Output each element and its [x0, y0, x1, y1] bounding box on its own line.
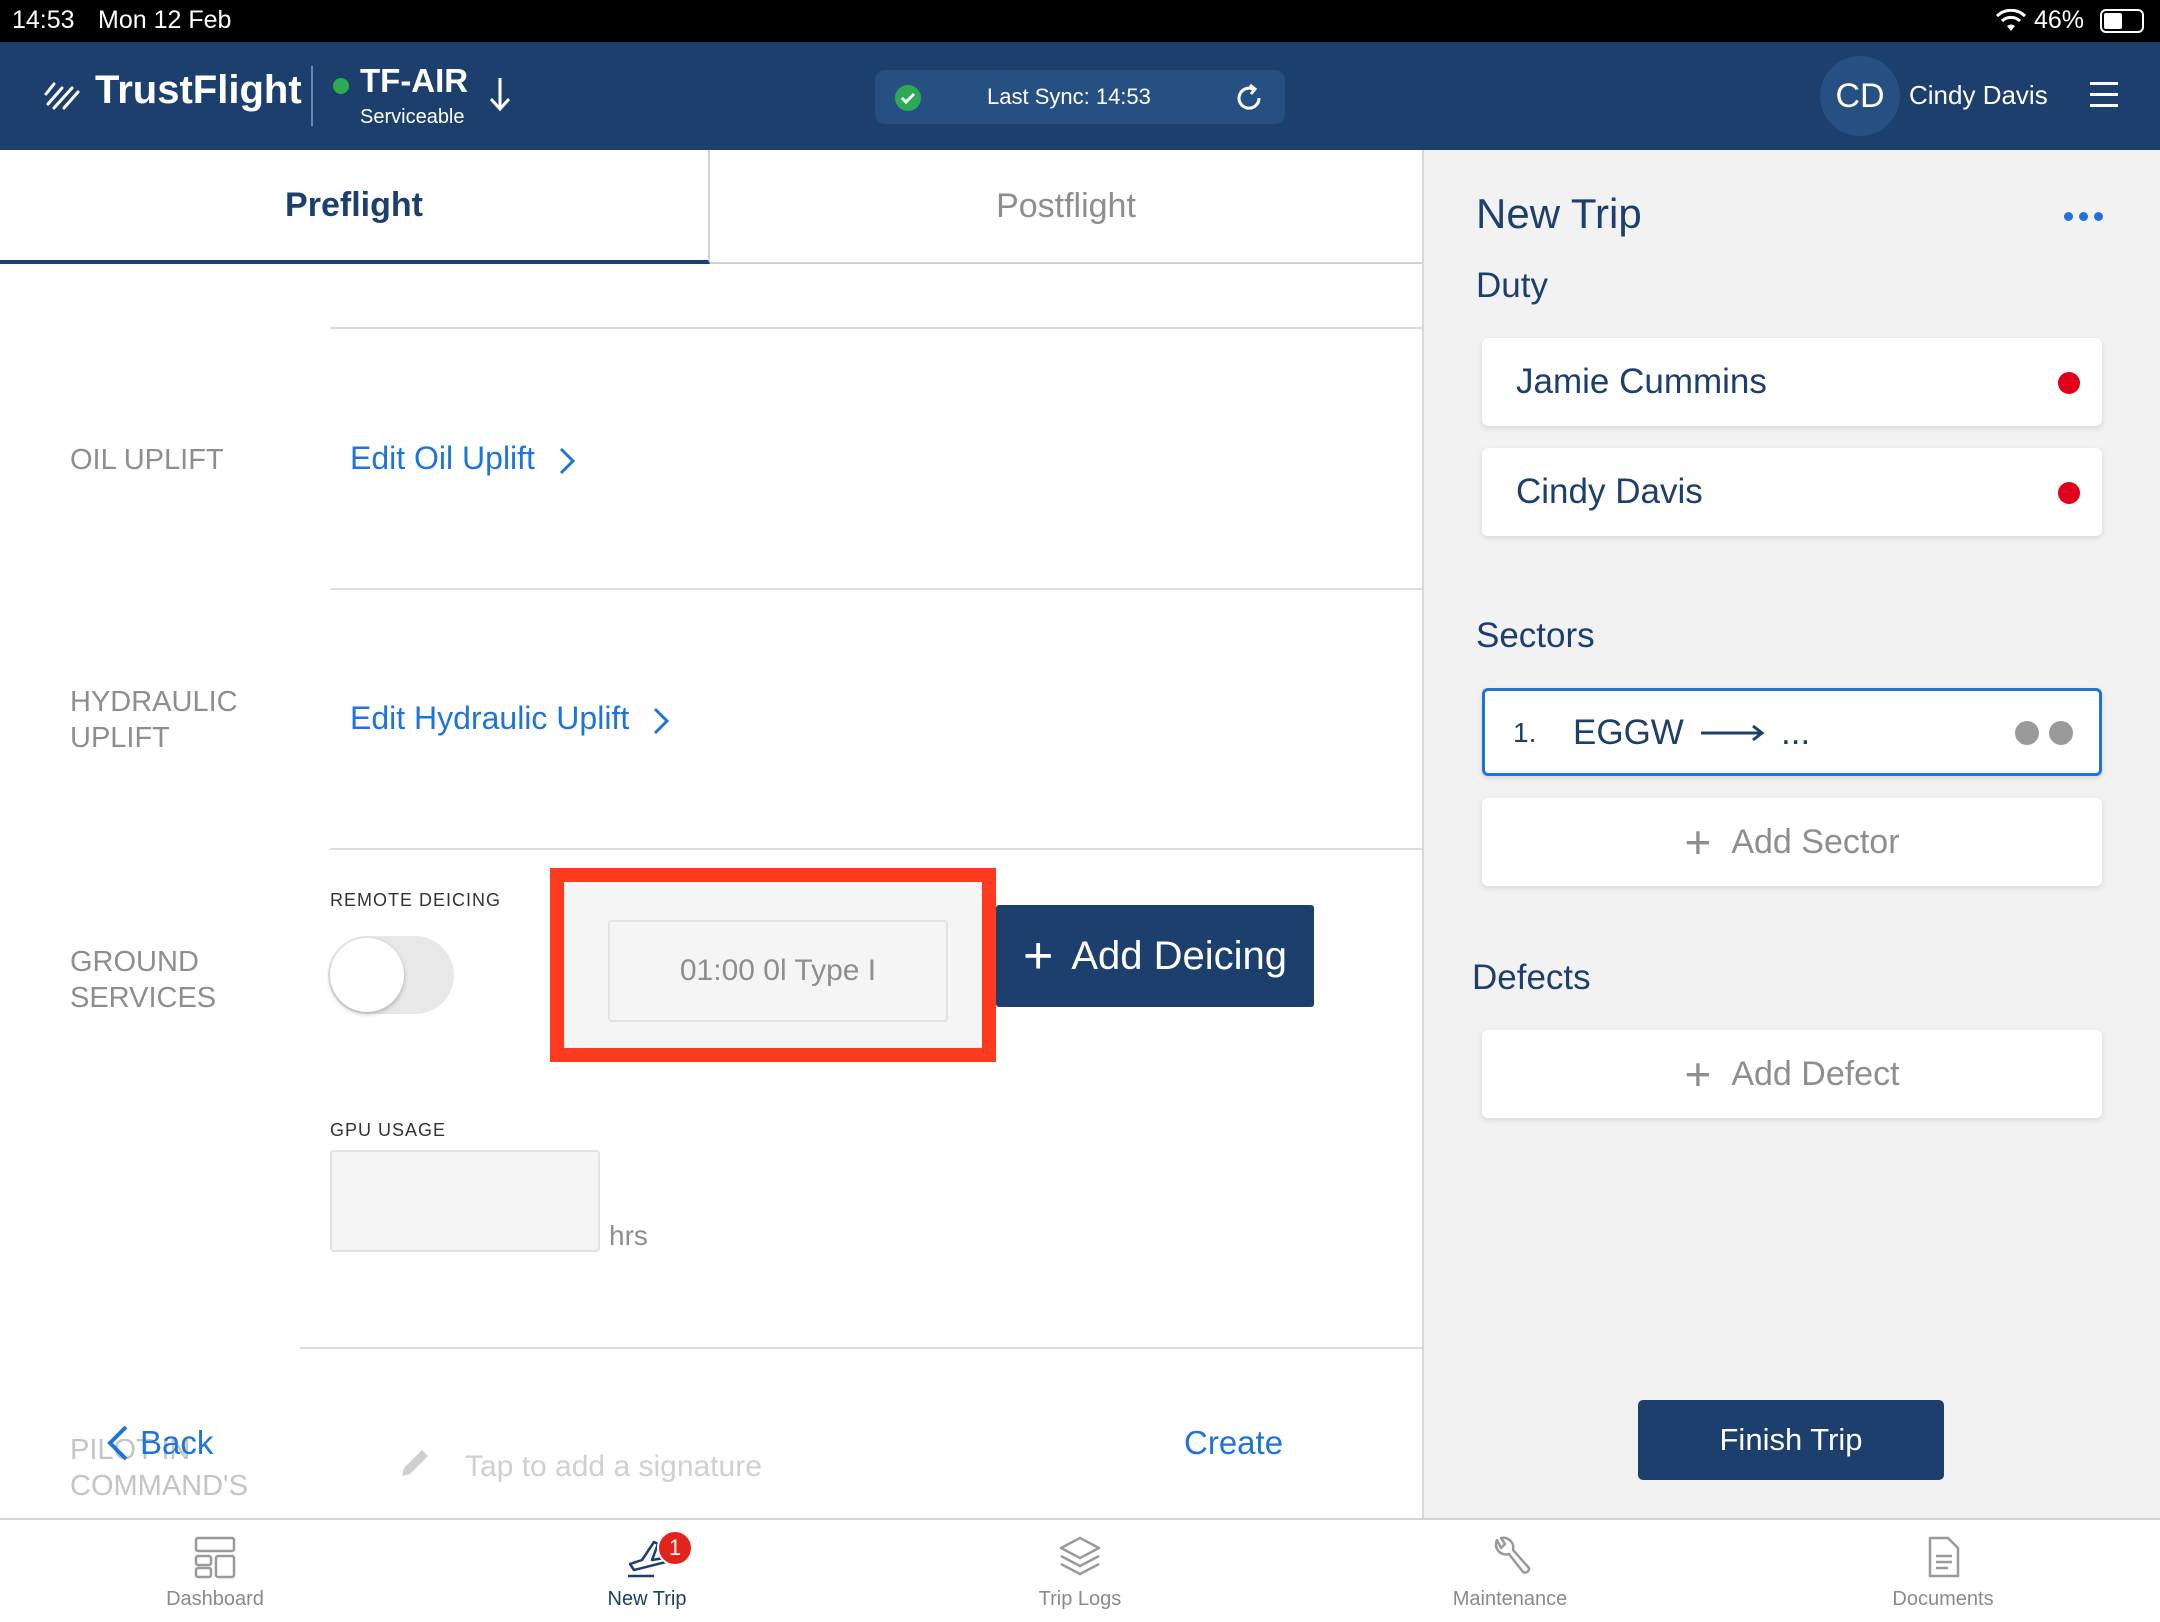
arrow-down-icon	[489, 78, 511, 112]
ground-services-label-line2: SERVICES	[70, 982, 217, 1014]
more-options-icon[interactable]	[2064, 212, 2103, 221]
plus-icon: +	[1022, 927, 1054, 985]
sync-status-pill[interactable]: Last Sync: 14:53	[875, 70, 1285, 124]
sectors-title: Sectors	[1476, 616, 1595, 655]
nav-label: Documents	[1892, 1588, 1994, 1610]
status-dot-icon	[2058, 482, 2080, 504]
nav-dashboard[interactable]: Dashboard	[85, 1520, 345, 1622]
pic-signature-label-line2: COMMAND'S	[70, 1470, 248, 1502]
tab-postflight[interactable]: Postflight	[710, 150, 1422, 264]
nav-label: Trip Logs	[1038, 1588, 1122, 1610]
sector-index: 1.	[1513, 717, 1537, 748]
duty-name: Jamie Cummins	[1516, 362, 1767, 401]
status-date: Mon 12 Feb	[98, 6, 232, 34]
status-dot-icon	[2049, 721, 2073, 745]
status-time: 14:53	[12, 6, 75, 34]
duty-card-cindy-davis[interactable]: Cindy Davis	[1482, 448, 2102, 536]
add-sector-label: Add Sector	[1731, 822, 1900, 861]
aircraft-registration: TF-AIR	[360, 62, 469, 99]
battery-percent: 46%	[2034, 6, 2085, 34]
divider	[330, 327, 1422, 329]
deicing-entry[interactable]: 01:00 0l Type I	[608, 920, 948, 1022]
gpu-unit: hrs	[609, 1220, 648, 1251]
duty-card-jamie-cummins[interactable]: Jamie Cummins	[1482, 338, 2102, 426]
edit-hydraulic-uplift-link[interactable]: Edit Hydraulic Uplift	[350, 700, 670, 737]
add-defect-label: Add Defect	[1731, 1054, 1900, 1093]
tab-preflight[interactable]: Preflight	[0, 150, 710, 264]
brand-name: TrustFlight	[95, 68, 302, 112]
aircraft-selector[interactable]: TF-AIR Serviceable	[340, 62, 530, 136]
nav-badge: 1	[657, 1530, 693, 1566]
add-deicing-button[interactable]: + Add Deicing	[996, 905, 1314, 1007]
ground-services-label-line1: GROUND	[70, 946, 199, 978]
deicing-highlight-box: 01:00 0l Type I	[550, 868, 996, 1062]
chevron-right-icon	[654, 707, 670, 734]
duty-name: Cindy Davis	[1516, 472, 1703, 511]
app-header: TrustFlight TF-AIR Serviceable Last Sync…	[0, 42, 2160, 150]
battery-icon	[2100, 9, 2144, 33]
side-panel-title: New Trip	[1476, 190, 1642, 237]
sector-to: ...	[1781, 713, 1811, 752]
gpu-usage-label: GPU USAGE	[330, 1120, 447, 1140]
plus-icon: +	[1684, 816, 1712, 868]
remote-deicing-toggle[interactable]	[328, 936, 454, 1014]
divider	[300, 1347, 1422, 1349]
menu-icon[interactable]	[2090, 80, 2120, 110]
defects-title: Defects	[1472, 958, 1591, 997]
wifi-icon	[1996, 9, 2026, 31]
add-sector-button[interactable]: + Add Sector	[1482, 798, 2102, 886]
document-icon	[1928, 1536, 1960, 1578]
status-dot-icon	[2015, 721, 2039, 745]
plus-icon: +	[1684, 1048, 1712, 1100]
aircraft-status: Serviceable	[360, 106, 465, 128]
edit-oil-uplift-link[interactable]: Edit Oil Uplift	[350, 440, 576, 477]
nav-maintenance[interactable]: Maintenance	[1380, 1520, 1640, 1622]
refresh-icon[interactable]	[1233, 82, 1265, 114]
sync-check-icon	[895, 85, 921, 111]
finish-trip-button[interactable]: Finish Trip	[1638, 1400, 1944, 1480]
duty-title: Duty	[1476, 266, 1548, 305]
create-button[interactable]: Create	[1184, 1424, 1283, 1462]
divider	[330, 848, 1422, 850]
last-sync-text: Last Sync: 14:53	[987, 84, 1151, 109]
sector-card[interactable]: 1. EGGW ...	[1482, 688, 2102, 776]
signature-placeholder[interactable]: Tap to add a signature	[465, 1450, 762, 1484]
nav-label: New Trip	[607, 1588, 687, 1610]
trustflight-logo-icon	[44, 82, 80, 110]
add-defect-button[interactable]: + Add Defect	[1482, 1030, 2102, 1118]
nav-label: Dashboard	[166, 1588, 264, 1610]
pencil-icon	[402, 1450, 428, 1476]
hydraulic-uplift-label-line2: UPLIFT	[70, 722, 170, 754]
gpu-usage-input[interactable]	[330, 1150, 600, 1252]
user-name[interactable]: Cindy Davis	[1909, 80, 2048, 111]
header-divider	[311, 66, 313, 126]
nav-trip-logs[interactable]: Trip Logs	[950, 1520, 1210, 1622]
back-button[interactable]: Back	[104, 1420, 213, 1466]
edit-hydraulic-uplift-label: Edit Hydraulic Uplift	[350, 700, 630, 736]
arrow-right-icon	[1701, 724, 1765, 742]
add-deicing-label: Add Deicing	[1071, 933, 1288, 978]
chevron-left-icon	[107, 1425, 128, 1461]
wrench-icon	[1494, 1536, 1531, 1574]
status-dot-icon	[2058, 372, 2080, 394]
user-avatar[interactable]: CD	[1820, 56, 1900, 136]
sector-from: EGGW	[1573, 713, 1684, 752]
trip-side-panel: New Trip Duty Jamie Cummins Cindy Davis …	[1422, 150, 2160, 1520]
edit-oil-uplift-label: Edit Oil Uplift	[350, 440, 535, 476]
bottom-navigation: Dashboard 1 New Trip Trip Logs Maintenan…	[0, 1518, 2160, 1620]
layers-icon	[1059, 1536, 1101, 1576]
remote-deicing-label: REMOTE DEICING	[330, 890, 502, 910]
nav-label: Maintenance	[1452, 1588, 1568, 1610]
nav-documents[interactable]: Documents	[1813, 1520, 2073, 1622]
dashboard-icon	[194, 1536, 236, 1579]
divider	[330, 588, 1422, 590]
chevron-right-icon	[559, 447, 575, 474]
hydraulic-uplift-label-line1: HYDRAULIC	[70, 686, 238, 718]
oil-uplift-label: OIL UPLIFT	[70, 444, 224, 476]
back-label: Back	[140, 1424, 214, 1461]
status-bar: 14:53 Mon 12 Feb 46%	[0, 0, 2160, 42]
nav-new-trip[interactable]: 1 New Trip	[517, 1520, 777, 1622]
